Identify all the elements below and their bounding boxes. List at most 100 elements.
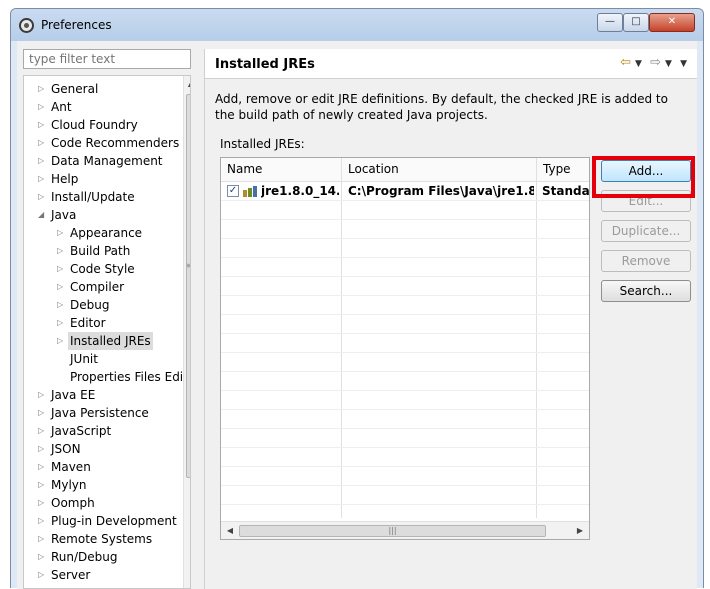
expand-triangle-icon[interactable]: ▷	[57, 314, 66, 332]
scrollbar-thumb[interactable]	[186, 94, 190, 478]
column-name[interactable]: Name	[221, 158, 341, 182]
tree-item[interactable]: ▷ Java EE	[24, 386, 182, 404]
scroll-left-icon[interactable]: ◀	[223, 522, 237, 539]
tree-item[interactable]: ▷ General	[24, 80, 182, 98]
tree-item[interactable]: ▷ Data Management	[24, 152, 182, 170]
tree-item[interactable]: ▷ Installed JREs	[24, 332, 182, 350]
table-row[interactable]	[221, 315, 589, 334]
table-row[interactable]	[221, 296, 589, 315]
column-type[interactable]: Type	[537, 158, 589, 182]
forward-arrow-icon[interactable]: ⇨	[650, 55, 661, 70]
expand-triangle-icon[interactable]: ▷	[38, 80, 47, 98]
tree-item[interactable]: JUnit	[24, 350, 182, 368]
tree-item[interactable]: ▷ Editor	[24, 314, 182, 332]
tree-item[interactable]: ▷ Install/Update	[24, 188, 182, 206]
expand-triangle-icon[interactable]: ▷	[38, 512, 47, 530]
maximize-button[interactable]: □	[623, 13, 649, 32]
expand-triangle-icon[interactable]: ▷	[57, 332, 66, 350]
minimize-button[interactable]: —	[597, 13, 623, 32]
search-button[interactable]: Search...	[601, 280, 691, 302]
table-row[interactable]: ✓ jre1.8.0_14... C:\Program Files\Java\jre…	[221, 182, 589, 201]
tree-item[interactable]: ▷ Appearance	[24, 224, 182, 242]
table-row[interactable]	[221, 448, 589, 467]
forward-dropdown-icon[interactable]: ▼	[665, 59, 672, 69]
table-row[interactable]	[221, 201, 589, 220]
tree-item[interactable]: ▷ Oomph	[24, 494, 182, 512]
tree-item[interactable]: Properties Files Edito	[24, 368, 190, 386]
table-row[interactable]	[221, 353, 589, 372]
expand-triangle-icon[interactable]: ▷	[38, 494, 47, 512]
tree-item[interactable]: ▷ JSON	[24, 440, 182, 458]
expand-triangle-icon[interactable]: ▷	[38, 188, 47, 206]
expand-triangle-icon[interactable]: ▷	[38, 152, 47, 170]
expand-triangle-icon[interactable]: ▷	[38, 386, 47, 404]
window-title: Preferences	[41, 18, 112, 32]
tree-item[interactable]: ▷ Code Recommenders	[24, 134, 182, 152]
table-header: Name Location Type	[221, 158, 589, 182]
table-row[interactable]	[221, 486, 589, 505]
expand-triangle-icon[interactable]: ▷	[38, 440, 47, 458]
expand-triangle-icon[interactable]: ▷	[57, 224, 66, 242]
tree-item[interactable]: ▷ Plug-in Development	[24, 512, 182, 530]
tree-item[interactable]: ▷ Server	[24, 566, 182, 584]
close-button[interactable]: ✕	[649, 13, 695, 32]
collapse-triangle-icon[interactable]: ◢	[38, 206, 47, 224]
table-row[interactable]	[221, 410, 589, 429]
tree-item[interactable]: ◢ Java	[24, 206, 182, 224]
default-jre-checkbox[interactable]: ✓	[227, 185, 239, 197]
expand-triangle-icon[interactable]: ▷	[38, 548, 47, 566]
expand-triangle-icon[interactable]: ▷	[38, 170, 47, 188]
tree-item[interactable]: ▷ Help	[24, 170, 182, 188]
tree-item-label: Properties Files Edito	[70, 370, 191, 384]
expand-triangle-icon[interactable]: ▷	[38, 566, 47, 584]
tree-item[interactable]: ▷ Run/Debug	[24, 548, 182, 566]
back-arrow-icon[interactable]: ⇦	[620, 55, 631, 70]
filter-input[interactable]	[23, 49, 191, 69]
view-menu-icon[interactable]: ▼	[680, 59, 687, 69]
table-row[interactable]	[221, 467, 589, 486]
tree-item[interactable]: ▷ Ant	[24, 98, 182, 116]
tree-item[interactable]: ▷ Java Persistence	[24, 404, 182, 422]
table-row[interactable]	[221, 277, 589, 296]
expand-triangle-icon[interactable]: ▷	[38, 116, 47, 134]
expand-triangle-icon[interactable]: ▷	[38, 530, 47, 548]
tree-item[interactable]: ▷ Maven	[24, 458, 182, 476]
tree-item[interactable]: ▷ Mylyn	[24, 476, 182, 494]
expand-triangle-icon[interactable]: ▷	[57, 260, 66, 278]
scroll-up-icon[interactable]: ▲	[184, 76, 190, 92]
scroll-right-icon[interactable]: ▶	[573, 522, 587, 539]
tree-item[interactable]: ▷ Debug	[24, 296, 182, 314]
table-row[interactable]	[221, 429, 589, 448]
expand-triangle-icon[interactable]: ▷	[57, 242, 66, 260]
expand-triangle-icon[interactable]: ▷	[38, 134, 47, 152]
tree-item[interactable]: ▷ Code Style	[24, 260, 182, 278]
table-row[interactable]	[221, 258, 589, 277]
table-row[interactable]	[221, 334, 589, 353]
duplicate-button[interactable]: Duplicate...	[601, 220, 691, 242]
table-row[interactable]	[221, 220, 589, 239]
tree-item[interactable]: ▷ JavaScript	[24, 422, 182, 440]
expand-triangle-icon[interactable]: ▷	[57, 296, 66, 314]
table-row[interactable]	[221, 391, 589, 410]
column-location[interactable]: Location	[342, 158, 536, 182]
table-horizontal-scrollbar[interactable]: ◀ ||| ▶	[221, 521, 589, 539]
remove-button[interactable]: Remove	[601, 250, 691, 272]
tree-item[interactable]: ▷ Compiler	[24, 278, 182, 296]
tree-item[interactable]: ▷ Build Path	[24, 242, 182, 260]
expand-triangle-icon[interactable]: ▷	[38, 422, 47, 440]
expand-triangle-icon[interactable]: ▷	[57, 278, 66, 296]
expand-triangle-icon[interactable]: ▷	[38, 404, 47, 422]
expand-triangle-icon[interactable]: ▷	[38, 98, 47, 116]
tree-item-label: JSON	[51, 442, 81, 456]
scrollbar-thumb[interactable]: |||	[239, 525, 546, 537]
table-row[interactable]	[221, 239, 589, 258]
back-dropdown-icon[interactable]: ▼	[635, 59, 642, 69]
tree-item[interactable]: ▷ Remote Systems	[24, 530, 182, 548]
title-bar[interactable]: Preferences — □ ✕	[11, 9, 703, 41]
expand-triangle-icon[interactable]: ▷	[38, 476, 47, 494]
expand-triangle-icon[interactable]: ▷	[38, 458, 47, 476]
tree-vertical-scrollbar[interactable]: ▲ ≡	[183, 76, 190, 588]
table-row[interactable]	[221, 372, 589, 391]
tree-item-label: Editor	[70, 316, 106, 330]
tree-item[interactable]: ▷ Cloud Foundry	[24, 116, 182, 134]
